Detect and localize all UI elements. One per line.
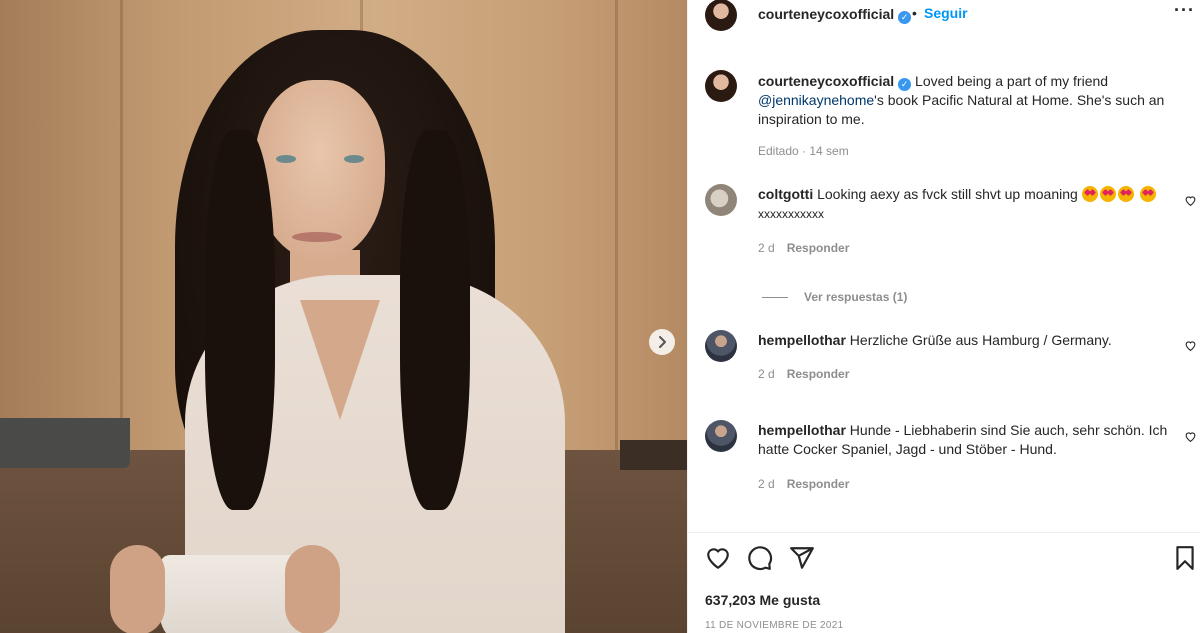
view-replies-line — [762, 296, 788, 298]
caption-text: courteneycoxofficial ✓ Loved being a part… — [758, 72, 1188, 129]
kitchen-shelf — [620, 440, 687, 470]
next-photo-button[interactable] — [649, 329, 675, 355]
verified-badge-icon: ✓ — [898, 11, 912, 24]
subject-eye — [344, 155, 364, 163]
star-struck-emoji — [1099, 186, 1116, 202]
author-username-text[interactable]: courteneycoxofficial — [758, 6, 894, 22]
comment-body: Looking aexy as fvck still shvt up moani… — [817, 186, 1078, 202]
post-date[interactable]: 11 DE NOVIEMBRE DE 2021 — [705, 620, 843, 631]
post-side-panel: courteneycoxofficial ✓ • Seguir ··· court… — [687, 0, 1200, 633]
comment-like-heart-icon[interactable] — [1184, 194, 1197, 207]
reply-button[interactable]: Responder — [787, 241, 850, 255]
post-photo[interactable] — [0, 0, 687, 633]
comment-text: coltgotti Looking aexy as fvck still shv… — [758, 185, 1188, 224]
follow-button[interactable]: Seguir — [924, 5, 968, 21]
subject-hair-lock — [400, 130, 470, 510]
star-struck-emoji — [1139, 186, 1156, 202]
caption-body-start: Loved being a part of my friend — [915, 73, 1109, 89]
comment-text: hempellothar Hunde - Liebhaberin sind Si… — [758, 421, 1188, 459]
chevron-right-icon — [659, 336, 666, 348]
header-separator: • — [912, 5, 917, 21]
reply-button[interactable]: Responder — [787, 477, 850, 491]
comment-like-heart-icon[interactable] — [1184, 339, 1197, 352]
star-struck-emoji — [1081, 186, 1098, 202]
instagram-post: courteneycoxofficial ✓ • Seguir ··· court… — [0, 0, 1200, 633]
caption-mention-link[interactable]: @jennikaynehome — [758, 92, 874, 108]
sweater-neckline — [300, 300, 380, 420]
subject-hand — [285, 545, 340, 633]
subject-hand — [110, 545, 165, 633]
bookmark-icon[interactable] — [1172, 545, 1198, 571]
more-options-icon[interactable]: ··· — [1174, 1, 1195, 19]
commenter-avatar[interactable] — [705, 330, 737, 362]
commenter-avatar[interactable] — [705, 184, 737, 216]
comment-like-heart-icon[interactable] — [1184, 430, 1197, 443]
commenter-avatar[interactable] — [705, 420, 737, 452]
verified-badge-icon: ✓ — [898, 78, 912, 91]
comment-meta: 2 d Responder — [758, 367, 849, 381]
comment-icon[interactable] — [747, 545, 773, 571]
coffee-mug — [160, 555, 305, 633]
reply-button[interactable]: Responder — [787, 367, 850, 381]
view-replies-button[interactable]: Ver respuestas (1) — [762, 290, 907, 304]
comment-time: 2 d — [758, 477, 775, 491]
author-avatar[interactable] — [705, 0, 737, 31]
caption-avatar[interactable] — [705, 70, 737, 102]
post-actions-bar — [688, 545, 1200, 575]
subject-hair-lock — [205, 130, 275, 510]
comment-text: hempellothar Herzliche Grüße aus Hamburg… — [758, 331, 1188, 350]
kitchen-sink — [0, 418, 130, 468]
caption-username[interactable]: courteneycoxofficial — [758, 73, 894, 89]
comment-username[interactable]: hempellothar — [758, 332, 846, 348]
author-username[interactable]: courteneycoxofficial ✓ — [758, 6, 912, 24]
post-header: courteneycoxofficial ✓ • Seguir ··· — [688, 0, 1200, 31]
comment-meta: 2 d Responder — [758, 241, 849, 255]
comment-username[interactable]: coltgotti — [758, 186, 813, 202]
comment-username[interactable]: hempellothar — [758, 422, 846, 438]
view-replies-label[interactable]: Ver respuestas (1) — [804, 290, 907, 304]
subject-lips — [292, 232, 342, 242]
comment-meta: 2 d Responder — [758, 477, 849, 491]
heart-icon[interactable] — [705, 545, 731, 571]
comment-body-tail: xxxxxxxxxxx — [758, 207, 824, 221]
comment-body: Herzliche Grüße aus Hamburg / Germany. — [849, 332, 1112, 348]
likes-count[interactable]: 637,203 Me gusta — [705, 592, 820, 608]
actions-divider — [688, 532, 1200, 533]
subject-eye — [276, 155, 296, 163]
caption-meta: Editado · 14 sem — [758, 144, 849, 158]
share-icon[interactable] — [789, 545, 815, 571]
star-struck-emoji — [1117, 186, 1134, 202]
comment-time: 2 d — [758, 241, 775, 255]
comment-time: 2 d — [758, 367, 775, 381]
